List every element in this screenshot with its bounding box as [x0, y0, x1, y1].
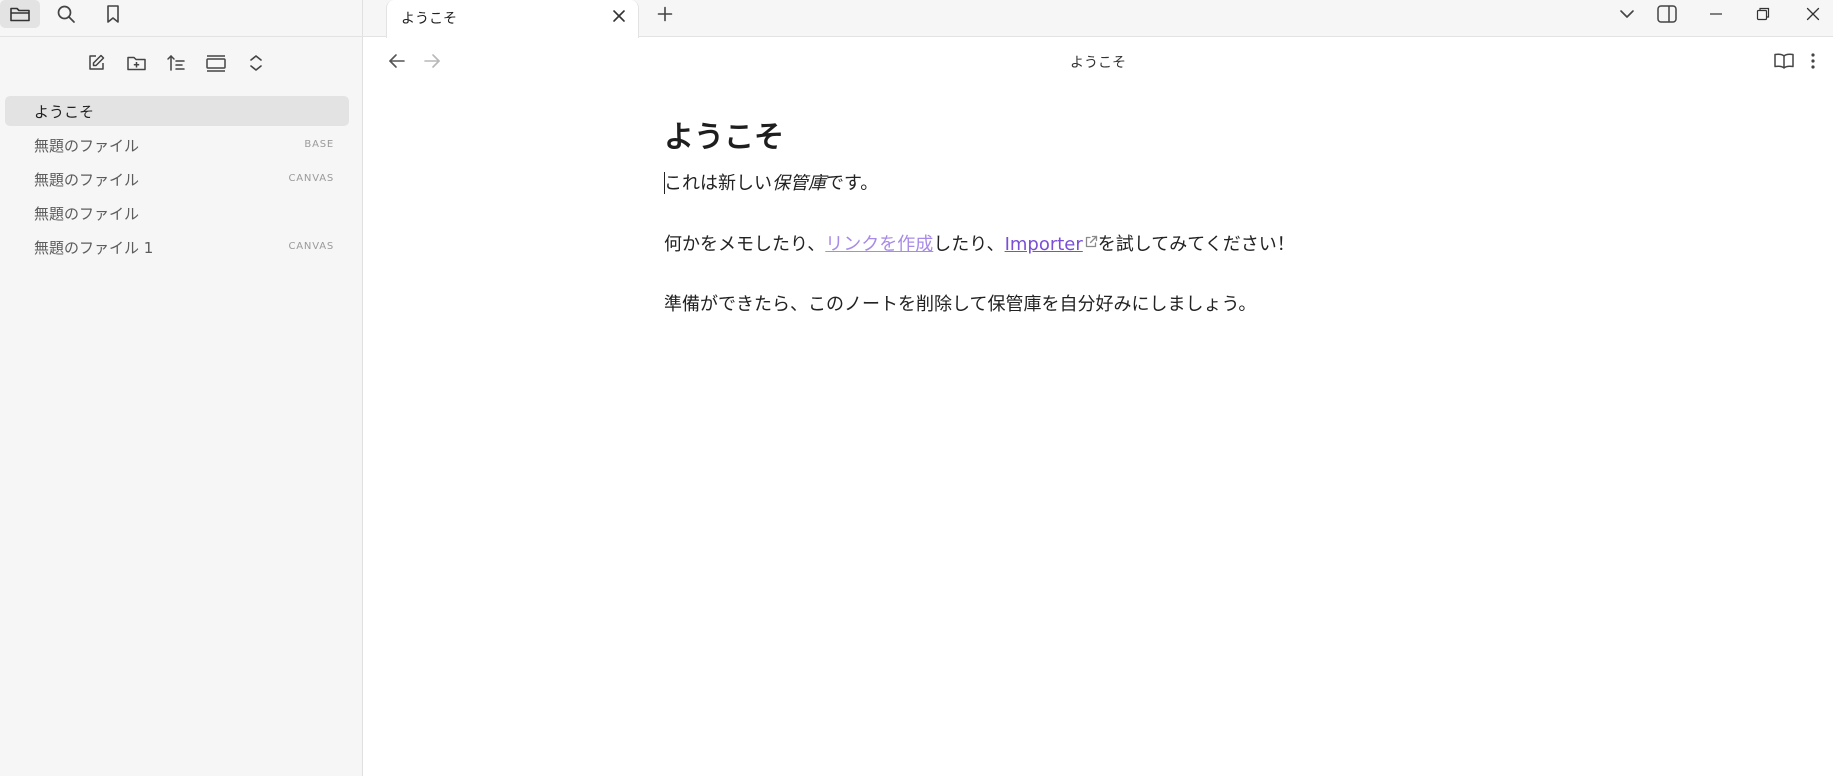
arrow-right-icon — [423, 53, 441, 69]
file-type-tag: CANVAS — [288, 173, 334, 184]
chevron-down-icon — [1619, 9, 1635, 19]
expand-collapse-icon — [248, 53, 264, 73]
note-paragraph: 何かをメモしたり、リンクを作成したり、Importer を試してみてください！ — [664, 230, 1564, 258]
expand-collapse-button[interactable] — [241, 48, 271, 78]
bookmarks-button[interactable] — [93, 0, 133, 28]
search-button[interactable] — [46, 0, 86, 28]
sort-button[interactable] — [161, 48, 191, 78]
navigate-back-button[interactable] — [383, 48, 411, 74]
view-title[interactable]: ようこそ — [363, 52, 1833, 72]
close-window-button[interactable] — [1795, 0, 1831, 28]
file-item-untitled-1-canvas[interactable]: 無題のファイル 1 CANVAS — [5, 232, 349, 262]
arrow-left-icon — [388, 53, 406, 69]
file-item-youkoso[interactable]: ようこそ — [5, 96, 349, 126]
external-link-icon — [1084, 230, 1098, 257]
file-type-tag: BASE — [304, 139, 334, 150]
more-options-button[interactable] — [1803, 48, 1823, 74]
file-type-tag: CANVAS — [288, 241, 334, 252]
folder-icon — [9, 5, 31, 23]
paragraph-text: したり、 — [933, 234, 1005, 255]
toggle-right-sidebar-button[interactable] — [1649, 0, 1685, 28]
view-header: ようこそ — [363, 38, 1833, 84]
restore-button[interactable] — [1745, 0, 1781, 28]
new-folder-button[interactable] — [121, 48, 151, 78]
file-item-label: 無題のファイル 1 — [34, 238, 154, 257]
tab-bar: ようこそ — [363, 0, 1833, 38]
paragraph-text: です。 — [826, 173, 879, 194]
new-folder-icon — [126, 54, 147, 73]
file-item-untitled-note[interactable]: 無題のファイル — [5, 198, 349, 228]
sidebar-right-icon — [1656, 4, 1678, 24]
reading-view-button[interactable] — [1770, 48, 1798, 74]
file-item-label: 無題のファイル — [34, 170, 140, 189]
tab-close-button[interactable] — [608, 6, 630, 28]
note-editor[interactable]: ようこそ これは新しい保管庫です。 何かをメモしたり、リンクを作成したり、Imp… — [664, 120, 1564, 351]
note-title[interactable]: ようこそ — [664, 120, 1564, 156]
tab-list-button[interactable] — [1609, 0, 1645, 28]
file-item-label: 無題のファイル — [34, 204, 140, 223]
sort-icon — [166, 53, 186, 73]
bookmark-icon — [105, 4, 121, 24]
navigate-forward-button[interactable] — [418, 48, 446, 74]
paragraph-text: 何かをメモしたり、 — [664, 234, 826, 255]
file-item-label: 無題のファイル — [34, 136, 140, 155]
file-explorer-button[interactable] — [0, 0, 40, 28]
plus-icon — [657, 6, 673, 26]
file-list: ようこそ 無題のファイル BASE 無題のファイル CANVAS 無題のファイル… — [5, 96, 349, 266]
note-paragraph: これは新しい保管庫です。 — [664, 170, 1564, 197]
close-icon — [1806, 7, 1820, 21]
sidebar: ようこそ 無題のファイル BASE 無題のファイル CANVAS 無題のファイル… — [0, 0, 363, 776]
search-icon — [56, 4, 76, 24]
restore-icon — [1756, 7, 1770, 21]
sidebar-ribbon — [0, 0, 363, 37]
file-item-untitled-canvas[interactable]: 無題のファイル CANVAS — [5, 164, 349, 194]
new-note-icon — [86, 53, 106, 73]
book-open-icon — [1773, 52, 1795, 70]
new-note-button[interactable] — [81, 48, 111, 78]
close-icon — [612, 8, 626, 27]
tab-title: ようこそ — [401, 11, 457, 27]
collapse-view-button[interactable] — [201, 48, 231, 78]
file-explorer-toolbar — [0, 48, 363, 80]
file-item-untitled-base[interactable]: 無題のファイル BASE — [5, 130, 349, 160]
more-vertical-icon — [1810, 52, 1816, 70]
new-tab-button[interactable] — [650, 2, 680, 30]
minimize-button[interactable] — [1698, 0, 1734, 28]
external-link-importer[interactable]: Importer — [1005, 234, 1083, 255]
tab-youkoso[interactable]: ようこそ — [386, 0, 639, 38]
paragraph-text: これは新しい — [664, 173, 772, 194]
paragraph-text: を試してみてください！ — [1097, 234, 1295, 255]
italic-text: 保管庫 — [772, 173, 826, 194]
collapse-view-icon — [205, 53, 227, 73]
minimize-icon — [1709, 7, 1723, 21]
internal-link[interactable]: リンクを作成 — [825, 234, 933, 255]
file-item-label: ようこそ — [34, 102, 95, 121]
note-paragraph: 準備ができたら、このノートを削除して保管庫を自分好みにしましょう。 — [664, 294, 1257, 315]
